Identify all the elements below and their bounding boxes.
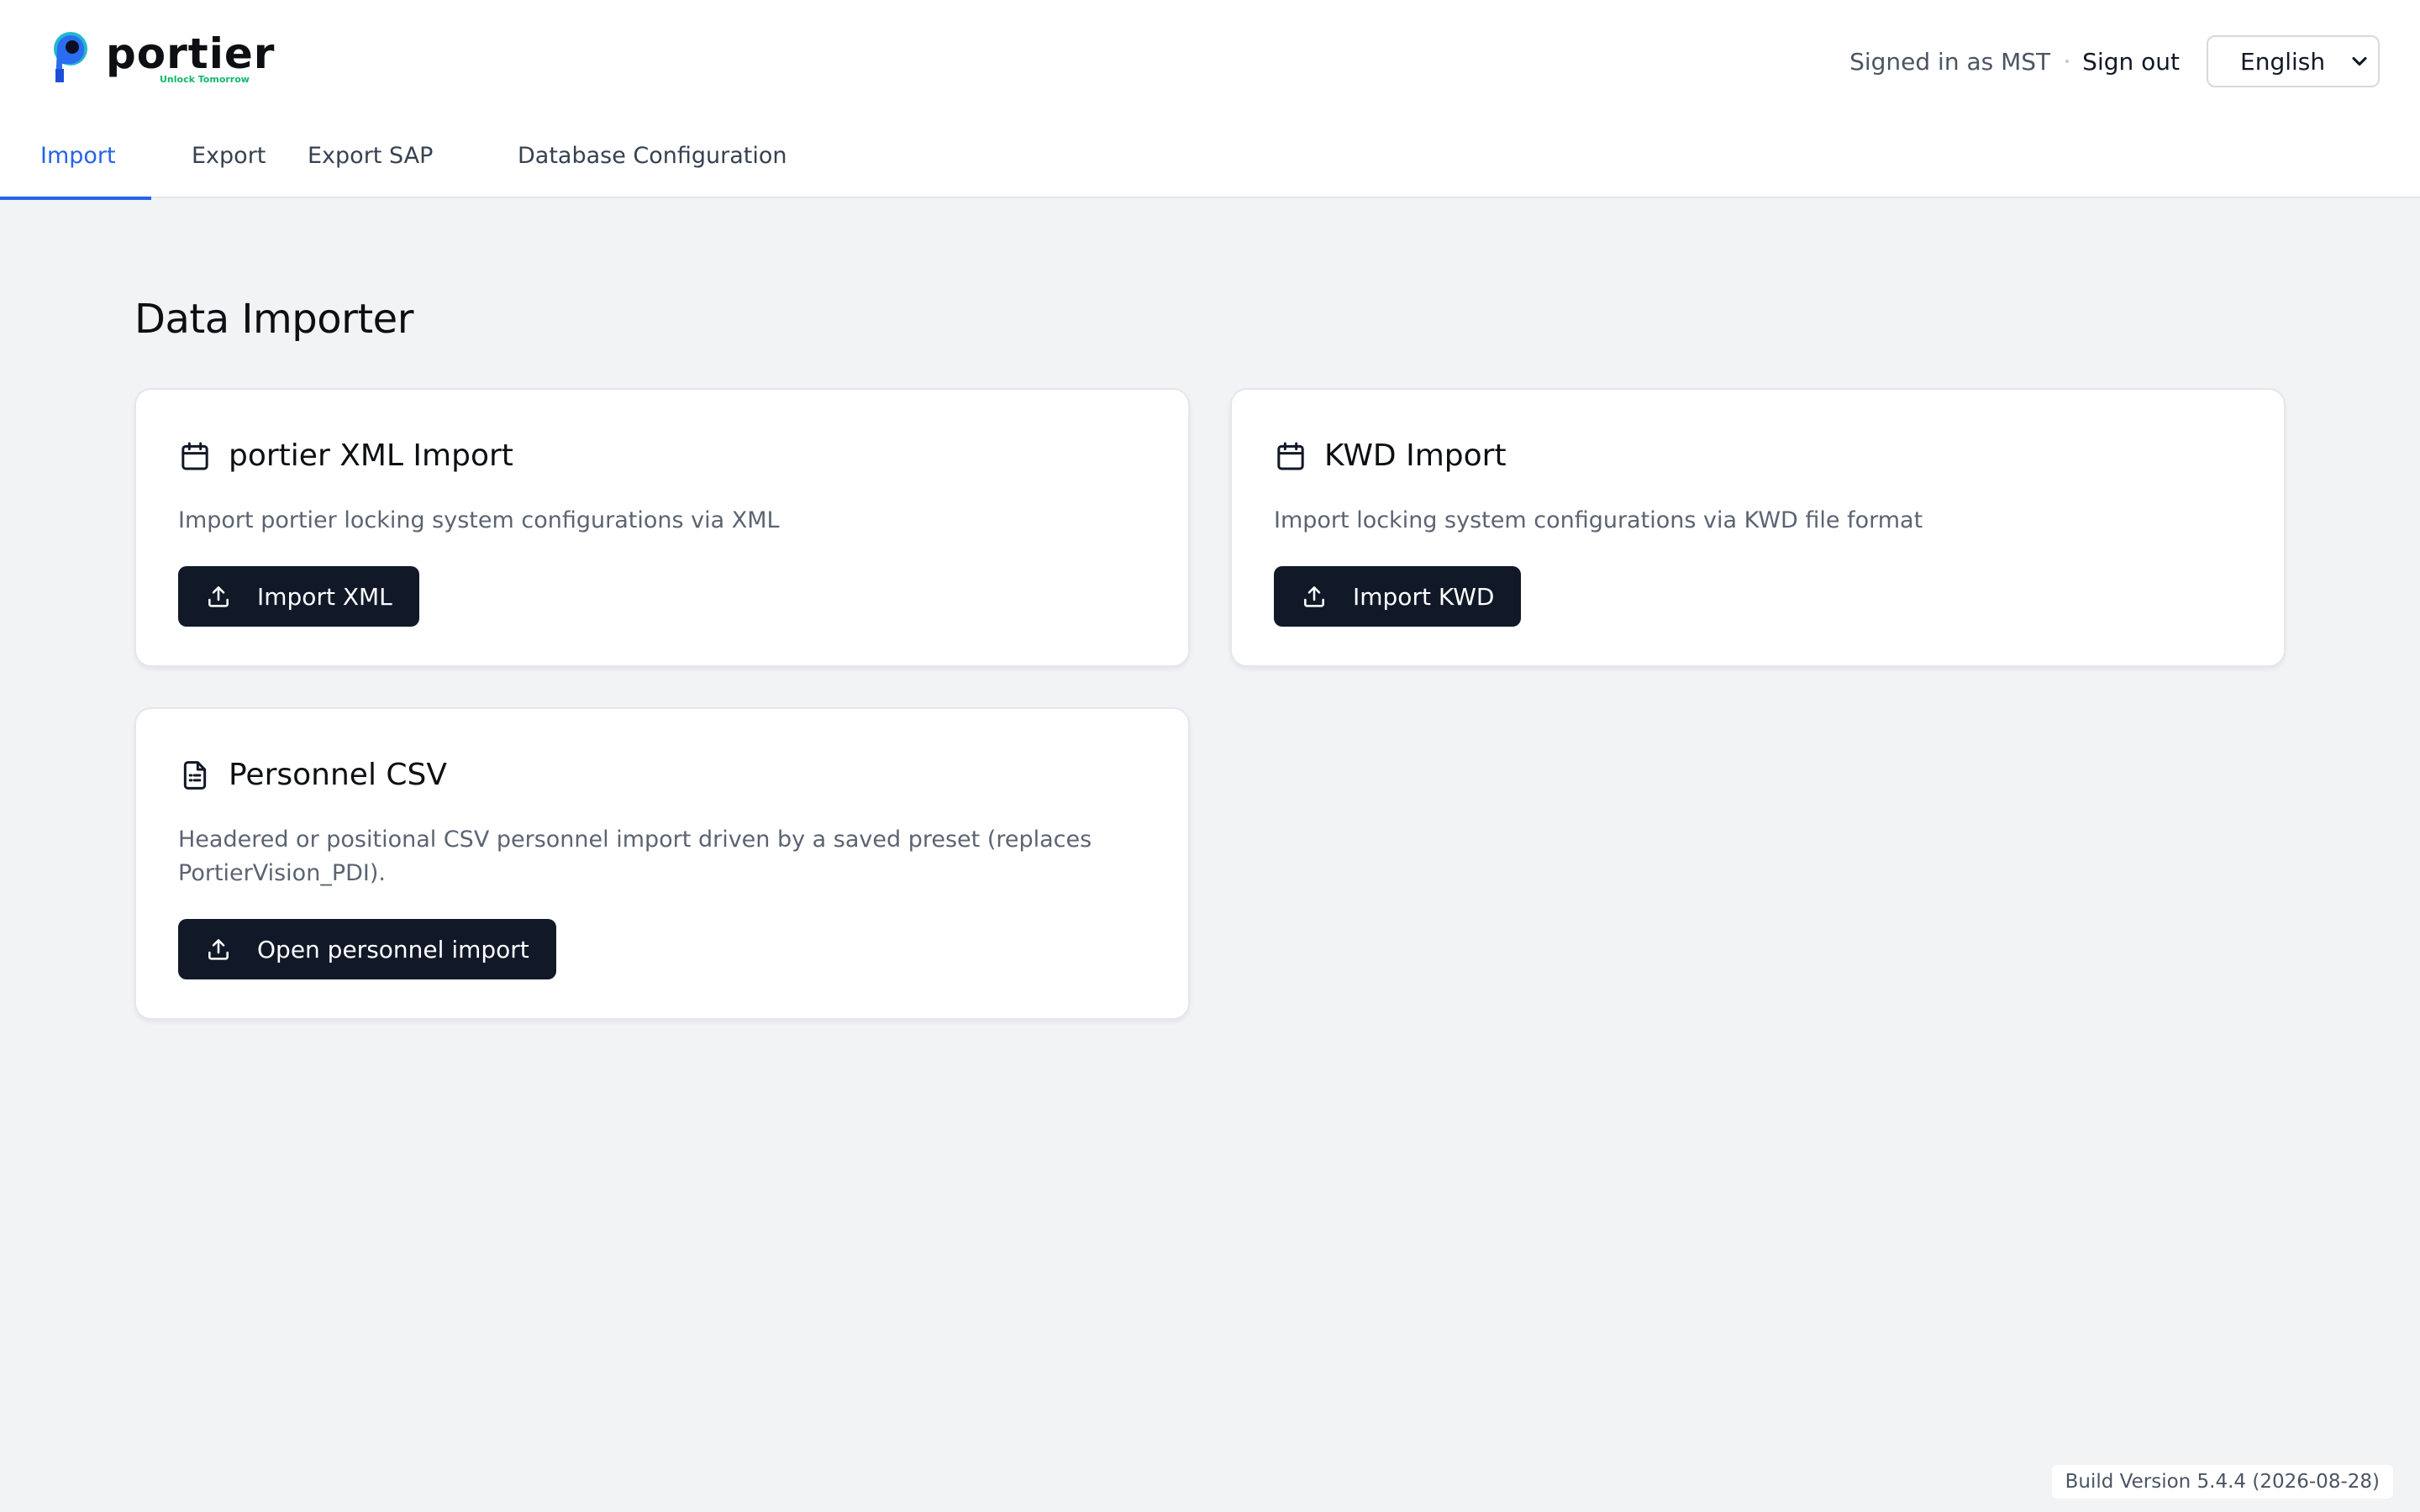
upload-icon xyxy=(208,586,229,607)
tab-import[interactable]: Import xyxy=(0,126,151,200)
tab-database-configuration-label: Database Configuration xyxy=(518,143,787,169)
card-header: portier XML Import xyxy=(178,438,513,473)
tab-import-label: Import xyxy=(40,143,116,169)
card-title: portier XML Import xyxy=(229,438,513,473)
tab-export[interactable]: Export xyxy=(151,126,299,198)
user-area: Signed in as MST Sign out English xyxy=(1849,35,2380,87)
import-xml-button[interactable]: Import XML xyxy=(178,566,419,627)
card-description: Import portier locking system configurat… xyxy=(178,507,780,533)
import-kwd-button[interactable]: Import KWD xyxy=(1274,566,1522,627)
logo-tagline: Unlock Tomorrow xyxy=(160,74,250,85)
signed-in-status: Signed in as MST xyxy=(1849,47,2051,76)
upload-icon xyxy=(208,939,229,960)
card-title: KWD Import xyxy=(1324,438,1507,473)
open-personnel-import-button-label: Open personnel import xyxy=(257,935,529,963)
card-description-line: PortierVision_PDI). xyxy=(178,860,386,886)
tab-export-sap-label: Export SAP xyxy=(308,143,434,169)
portier-logo-icon xyxy=(54,32,87,82)
calendar-icon xyxy=(182,442,208,470)
logo-wordmark: portier xyxy=(106,29,276,78)
language-select[interactable]: English xyxy=(2207,35,2380,87)
main-tabs: Import Export Export SAP Database Config… xyxy=(0,126,787,200)
xml-import-card: portier XML Import Import portier lockin… xyxy=(134,388,1190,667)
calendar-icon xyxy=(1277,442,1304,470)
card-description: Headered or positional CSV personnel imp… xyxy=(178,823,1092,890)
chevron-down-icon xyxy=(2352,56,2367,66)
kwd-import-card: KWD Import Import locking system configu… xyxy=(1230,388,2286,667)
import-kwd-button-label: Import KWD xyxy=(1353,582,1495,611)
upload-icon xyxy=(1304,586,1324,607)
sign-out-link[interactable]: Sign out xyxy=(2082,48,2180,76)
language-select-value: English xyxy=(2240,47,2326,76)
portier-logo[interactable]: portier Unlock Tomorrow xyxy=(52,29,274,87)
card-header: KWD Import xyxy=(1274,438,1507,473)
file-text-icon xyxy=(183,760,207,790)
card-header: Personnel CSV xyxy=(178,758,447,792)
tab-database-configuration[interactable]: Database Configuration xyxy=(518,126,787,198)
import-xml-button-label: Import XML xyxy=(257,582,392,611)
tab-export-sap[interactable]: Export SAP xyxy=(308,126,469,198)
open-personnel-import-button[interactable]: Open personnel import xyxy=(178,919,556,979)
card-title: Personnel CSV xyxy=(229,758,447,792)
top-navigation-bar: portier Unlock Tomorrow Signed in as MST… xyxy=(0,0,2420,200)
personnel-csv-card: Personnel CSV Headered or positional CSV… xyxy=(134,707,1190,1020)
separator-dot xyxy=(2065,60,2070,63)
tab-export-label: Export xyxy=(192,143,266,169)
card-description: Import locking system configurations via… xyxy=(1274,507,1923,533)
page-title: Data Importer xyxy=(134,296,413,343)
card-description-line: Headered or positional CSV personnel imp… xyxy=(178,827,1092,853)
build-version-badge: Build Version 5.4.4 (2026-08-28) xyxy=(2051,1465,2393,1499)
